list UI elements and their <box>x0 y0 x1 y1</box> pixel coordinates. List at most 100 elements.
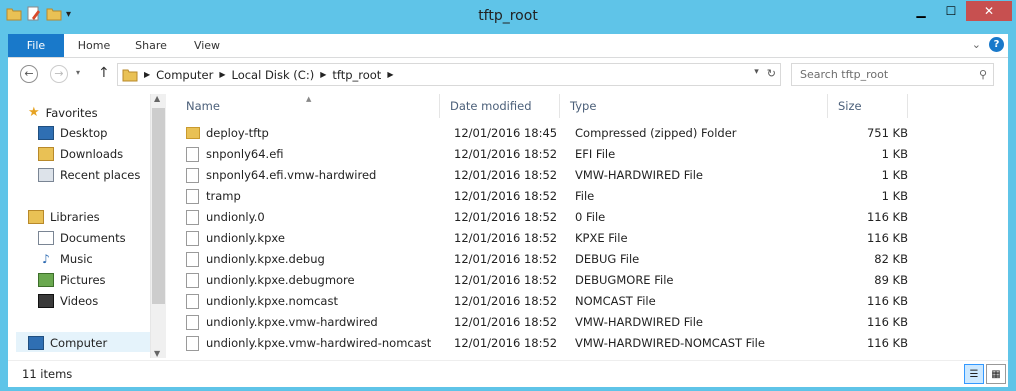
breadcrumb-tftp-root[interactable]: tftp_root <box>332 68 381 82</box>
breadcrumb-local-disk[interactable]: Local Disk (C:) <box>231 68 314 82</box>
file-icon <box>186 210 199 225</box>
scroll-up-icon[interactable]: ▲ <box>154 94 160 103</box>
forward-button[interactable]: → <box>50 65 68 83</box>
expand-ribbon-icon[interactable]: ⌄ <box>972 38 981 51</box>
breadcrumb-separator-icon[interactable]: ▶ <box>387 70 393 79</box>
file-name: undionly.kpxe.nomcast <box>206 294 338 308</box>
file-icon <box>186 294 199 309</box>
tab-view[interactable]: View <box>182 34 232 57</box>
table-row[interactable]: undionly.0 12/01/2016 18:52 0 File 116 KB <box>186 207 908 228</box>
file-type: VMW-HARDWIRED File <box>575 168 703 182</box>
file-name: snponly64.efi <box>206 147 284 161</box>
close-button[interactable]: ✕ <box>966 1 1012 21</box>
recent-places-icon <box>38 168 54 182</box>
column-header-type[interactable]: Type <box>560 94 828 118</box>
file-type: KPXE File <box>575 231 628 245</box>
sidebar-item-music[interactable]: ♪ Music <box>38 252 93 266</box>
table-row[interactable]: undionly.kpxe.nomcast 12/01/2016 18:52 NOM… <box>186 291 908 312</box>
file-type: EFI File <box>575 147 616 161</box>
item-count: 11 items <box>22 367 73 381</box>
navigation-bar: ← → ▾ ↑ ▶ Computer ▶ Local Disk (C:) ▶ t… <box>8 58 1008 90</box>
tab-file[interactable]: File <box>8 34 64 57</box>
file-icon <box>186 189 199 204</box>
file-size: 116 KB <box>866 336 908 350</box>
sidebar-item-label: Downloads <box>60 147 124 161</box>
recent-locations-icon[interactable]: ▾ <box>76 68 80 77</box>
sidebar-item-libraries[interactable]: Libraries <box>28 210 100 224</box>
sidebar-item-recent-places[interactable]: Recent places <box>38 168 140 182</box>
file-size: 89 KB <box>874 273 908 287</box>
sidebar-item-pictures[interactable]: Pictures <box>38 273 106 287</box>
file-icon <box>186 231 199 246</box>
view-switcher: ☰ ▦ <box>964 364 1006 384</box>
file-name: undionly.kpxe.debugmore <box>206 273 355 287</box>
downloads-icon <box>38 147 54 161</box>
sidebar-item-videos[interactable]: Videos <box>38 294 98 308</box>
maximize-button[interactable]: ☐ <box>936 1 966 21</box>
scroll-down-icon[interactable]: ▼ <box>154 349 160 358</box>
table-row[interactable]: undionly.kpxe.debug 12/01/2016 18:52 DEBUG… <box>186 249 908 270</box>
sidebar-item-favorites[interactable]: ★ Favorites <box>28 105 98 120</box>
sidebar-item-label: Recent places <box>60 168 141 182</box>
content-area: ★ Favorites Desktop Downloads Recent pla… <box>8 90 1008 360</box>
table-row[interactable]: undionly.kpxe.vmw-hardwired-nomcast 12/01… <box>186 333 908 354</box>
file-name: snponly64.efi.vmw-hardwired <box>206 168 377 182</box>
pictures-icon <box>38 273 54 287</box>
navigation-scrollbar[interactable]: ▲ ▼ <box>150 94 166 358</box>
search-icon[interactable]: ⚲ <box>979 64 987 85</box>
up-button[interactable]: ↑ <box>98 65 110 81</box>
address-dropdown-icon[interactable]: ▾ <box>754 67 759 80</box>
scrollbar-thumb[interactable] <box>152 108 165 304</box>
file-date: 12/01/2016 18:52 <box>454 210 558 224</box>
sidebar-item-label: Favorites <box>45 105 98 120</box>
file-icon <box>186 252 199 267</box>
sidebar-item-downloads[interactable]: Downloads <box>38 147 123 161</box>
music-icon: ♪ <box>42 252 50 266</box>
back-button[interactable]: ← <box>20 65 38 83</box>
minimize-button[interactable]: ▁ <box>906 1 936 21</box>
table-row[interactable]: undionly.kpxe.vmw-hardwired 12/01/2016 18… <box>186 312 908 333</box>
column-header-date[interactable]: Date modified <box>440 94 560 118</box>
file-type: NOMCAST File <box>575 294 656 308</box>
status-bar: 11 items ☰ ▦ <box>8 360 1008 387</box>
table-row[interactable]: tramp 12/01/2016 18:52 File 1 KB <box>186 186 908 207</box>
details-view-button[interactable]: ☰ <box>964 364 984 384</box>
file-size: 1 KB <box>881 189 908 203</box>
sidebar-item-desktop[interactable]: Desktop <box>38 126 107 140</box>
search-input[interactable]: Search tftp_root ⚲ <box>791 63 994 86</box>
breadcrumb-separator-icon[interactable]: ▶ <box>320 70 326 79</box>
file-size: 82 KB <box>874 252 908 266</box>
sidebar-item-computer[interactable]: Computer <box>28 336 107 350</box>
breadcrumb: ▶ Computer ▶ Local Disk (C:) ▶ tftp_root… <box>138 68 399 82</box>
file-name: tramp <box>206 189 241 203</box>
refresh-icon[interactable]: ↻ <box>767 67 776 80</box>
window-title: tftp_root <box>478 8 538 24</box>
table-row[interactable]: undionly.kpxe 12/01/2016 18:52 KPXE File 11… <box>186 228 908 249</box>
large-icons-view-button[interactable]: ▦ <box>986 364 1006 384</box>
sidebar-item-documents[interactable]: Documents <box>38 231 126 245</box>
address-bar[interactable]: ▶ Computer ▶ Local Disk (C:) ▶ tftp_root… <box>117 63 781 86</box>
file-name: undionly.kpxe.vmw-hardwired-nomcast <box>206 336 432 350</box>
tab-home[interactable]: Home <box>68 34 120 57</box>
file-size: 116 KB <box>866 210 908 224</box>
file-date: 12/01/2016 18:52 <box>454 231 558 245</box>
table-row[interactable]: deploy-tftp 12/01/2016 18:45 Compressed (z… <box>186 123 908 144</box>
navigation-pane: ★ Favorites Desktop Downloads Recent pla… <box>8 90 150 360</box>
desktop-icon <box>38 126 54 140</box>
sidebar-item-label: Pictures <box>60 273 106 287</box>
sort-ascending-icon: ▲ <box>306 95 312 103</box>
column-header-name[interactable]: Name ▲ <box>176 94 440 118</box>
file-size: 1 KB <box>881 168 908 182</box>
file-type: VMW-HARDWIRED-NOMCAST File <box>575 336 765 350</box>
file-name: undionly.kpxe.debug <box>206 252 325 266</box>
breadcrumb-separator-icon[interactable]: ▶ <box>219 70 225 79</box>
table-row[interactable]: snponly64.efi 12/01/2016 18:52 EFI File 1 K… <box>186 144 908 165</box>
file-icon <box>186 147 199 162</box>
file-date: 12/01/2016 18:52 <box>454 273 558 287</box>
help-icon[interactable]: ? <box>989 37 1004 52</box>
breadcrumb-computer[interactable]: Computer <box>156 68 213 82</box>
tab-share[interactable]: Share <box>124 34 178 57</box>
table-row[interactable]: undionly.kpxe.debugmore 12/01/2016 18:52 D… <box>186 270 908 291</box>
column-header-size[interactable]: Size <box>828 94 908 118</box>
table-row[interactable]: snponly64.efi.vmw-hardwired 12/01/2016 18… <box>186 165 908 186</box>
